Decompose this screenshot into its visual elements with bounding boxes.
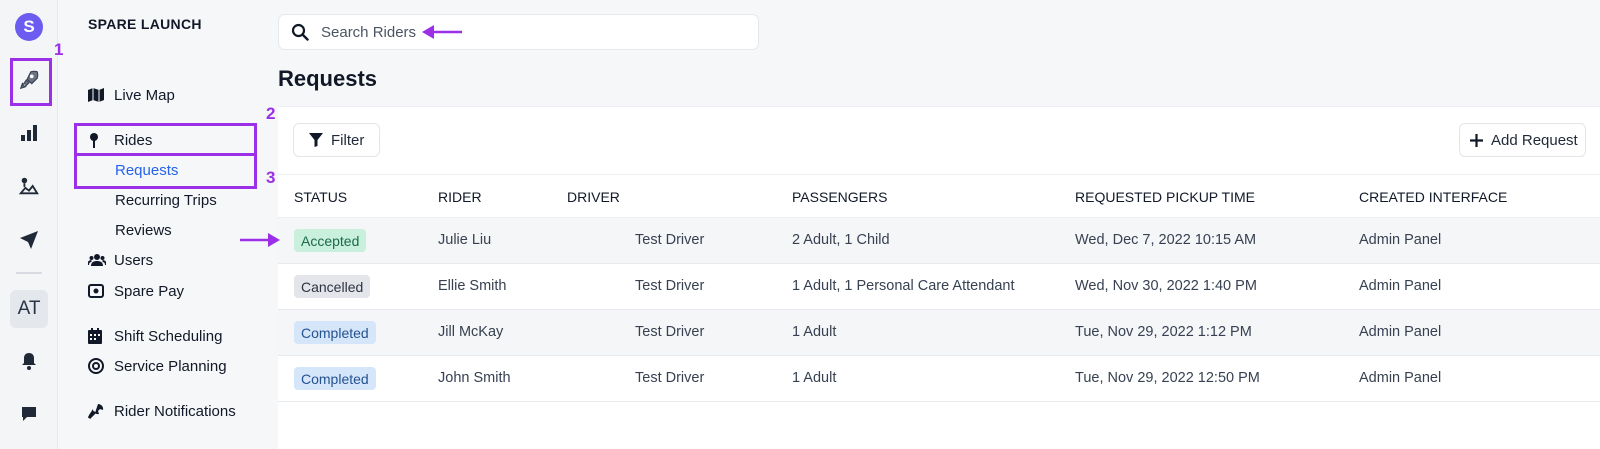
interface-cell: Admin Panel bbox=[1359, 278, 1442, 294]
table-row[interactable]: Completed Jill McKay Test Driver 1 Adult… bbox=[278, 310, 1600, 356]
column-header-created-interface[interactable]: CREATED INTERFACE bbox=[1359, 189, 1507, 205]
annotation-number-1: 1 bbox=[54, 40, 64, 59]
annotation-number-3: 3 bbox=[266, 168, 276, 187]
logo-letter: S bbox=[23, 17, 35, 36]
annotation-arrow-row bbox=[240, 233, 280, 247]
plus-icon bbox=[1470, 133, 1483, 147]
rider-cell: Ellie Smith bbox=[438, 278, 507, 294]
nav-item-service-planning[interactable]: Service Planning bbox=[88, 354, 227, 378]
pickup-time-cell: Wed, Nov 30, 2022 1:40 PM bbox=[1075, 278, 1257, 294]
map-marker-icon[interactable] bbox=[14, 171, 44, 201]
bar-chart-icon[interactable] bbox=[14, 118, 44, 148]
column-header-driver[interactable]: DRIVER bbox=[567, 189, 620, 205]
avatar-initials: AT bbox=[17, 298, 41, 319]
chat-icon[interactable] bbox=[14, 399, 44, 429]
nav-label: Rider Notifications bbox=[114, 402, 236, 420]
annotation-box-rocket bbox=[10, 58, 52, 106]
sidebar-nav: SPARE LAUNCH Live Map Rides Requests Rec… bbox=[58, 0, 276, 449]
annotation-box-rides bbox=[74, 123, 257, 156]
nav-item-recurring-trips[interactable]: Recurring Trips bbox=[115, 188, 217, 212]
spare-logo[interactable]: S bbox=[15, 13, 43, 41]
driver-cell: Test Driver bbox=[635, 232, 705, 248]
rail-divider bbox=[16, 272, 42, 274]
rider-cell: Julie Liu bbox=[438, 232, 492, 248]
column-header-rider[interactable]: RIDER bbox=[438, 189, 482, 205]
nav-label: Users bbox=[114, 251, 154, 269]
pickup-time-cell: Tue, Nov 29, 2022 1:12 PM bbox=[1075, 324, 1252, 340]
status-badge: Completed bbox=[294, 367, 376, 390]
nav-item-rider-notifications[interactable]: Rider Notifications bbox=[88, 399, 236, 423]
annotation-box-requests bbox=[74, 153, 257, 189]
column-header-passengers[interactable]: PASSENGERS bbox=[792, 189, 887, 205]
column-header-status[interactable]: STATUS bbox=[294, 189, 347, 205]
rider-cell: John Smith bbox=[438, 370, 511, 386]
nav-label: Recurring Trips bbox=[115, 191, 217, 209]
driver-cell: Test Driver bbox=[635, 324, 705, 340]
search-bar[interactable] bbox=[278, 14, 759, 50]
nav-label: Spare Pay bbox=[114, 282, 185, 300]
filter-button[interactable]: Filter bbox=[293, 123, 380, 157]
nav-item-reviews[interactable]: Reviews bbox=[115, 218, 172, 242]
nav-label: Service Planning bbox=[114, 357, 227, 375]
user-avatar[interactable]: AT bbox=[10, 290, 48, 328]
table-row[interactable]: Accepted Julie Liu Test Driver 2 Adult, … bbox=[278, 218, 1600, 264]
status-badge: Accepted bbox=[294, 229, 367, 252]
nav-item-spare-pay[interactable]: Spare Pay bbox=[88, 279, 184, 303]
wrench-icon bbox=[88, 403, 108, 419]
requests-card: Filter Add Request STATUS RIDER DRIVER P… bbox=[278, 106, 1600, 449]
driver-cell: Test Driver bbox=[635, 370, 705, 386]
calendar-icon bbox=[88, 328, 108, 344]
filter-label: Filter bbox=[331, 131, 365, 149]
passengers-cell: 1 Adult bbox=[792, 370, 837, 386]
table-header: STATUS RIDER DRIVER PASSENGERS REQUESTED… bbox=[278, 174, 1600, 218]
table-row[interactable]: Cancelled Ellie Smith Test Driver 1 Adul… bbox=[278, 264, 1600, 310]
send-icon[interactable] bbox=[14, 224, 44, 254]
annotation-number-2: 2 bbox=[266, 104, 276, 123]
interface-cell: Admin Panel bbox=[1359, 370, 1442, 386]
table-row[interactable]: Completed John Smith Test Driver 1 Adult… bbox=[278, 356, 1600, 402]
column-header-pickup-time[interactable]: REQUESTED PICKUP TIME bbox=[1075, 189, 1255, 205]
bell-icon[interactable] bbox=[14, 346, 44, 376]
nav-item-shift-scheduling[interactable]: Shift Scheduling bbox=[88, 324, 222, 348]
status-badge: Completed bbox=[294, 321, 376, 344]
nav-item-users[interactable]: Users bbox=[88, 248, 153, 272]
filter-icon bbox=[309, 133, 323, 147]
nav-label: Reviews bbox=[115, 221, 172, 239]
pickup-time-cell: Tue, Nov 29, 2022 12:50 PM bbox=[1075, 370, 1260, 386]
org-name: SPARE LAUNCH bbox=[88, 16, 202, 32]
add-request-label: Add Request bbox=[1491, 131, 1578, 149]
users-icon bbox=[88, 253, 108, 267]
add-request-button[interactable]: Add Request bbox=[1459, 123, 1586, 157]
passengers-cell: 1 Adult, 1 Personal Care Attendant bbox=[792, 278, 1015, 294]
nav-label: Shift Scheduling bbox=[114, 327, 223, 345]
target-icon bbox=[88, 358, 108, 374]
driver-cell: Test Driver bbox=[635, 278, 705, 294]
search-icon bbox=[291, 23, 309, 41]
wallet-icon bbox=[88, 283, 108, 299]
search-input[interactable] bbox=[321, 23, 621, 41]
annotation-arrow-search bbox=[422, 25, 462, 39]
map-icon bbox=[88, 88, 108, 102]
interface-cell: Admin Panel bbox=[1359, 324, 1442, 340]
page-title: Requests bbox=[278, 66, 378, 91]
passengers-cell: 2 Adult, 1 Child bbox=[792, 232, 890, 248]
rider-cell: Jill McKay bbox=[438, 324, 504, 340]
pickup-time-cell: Wed, Dec 7, 2022 10:15 AM bbox=[1075, 232, 1257, 248]
status-badge: Cancelled bbox=[294, 275, 371, 298]
passengers-cell: 1 Adult bbox=[792, 324, 837, 340]
nav-label: Live Map bbox=[114, 86, 175, 104]
nav-item-live-map[interactable]: Live Map bbox=[88, 83, 175, 107]
interface-cell: Admin Panel bbox=[1359, 232, 1442, 248]
